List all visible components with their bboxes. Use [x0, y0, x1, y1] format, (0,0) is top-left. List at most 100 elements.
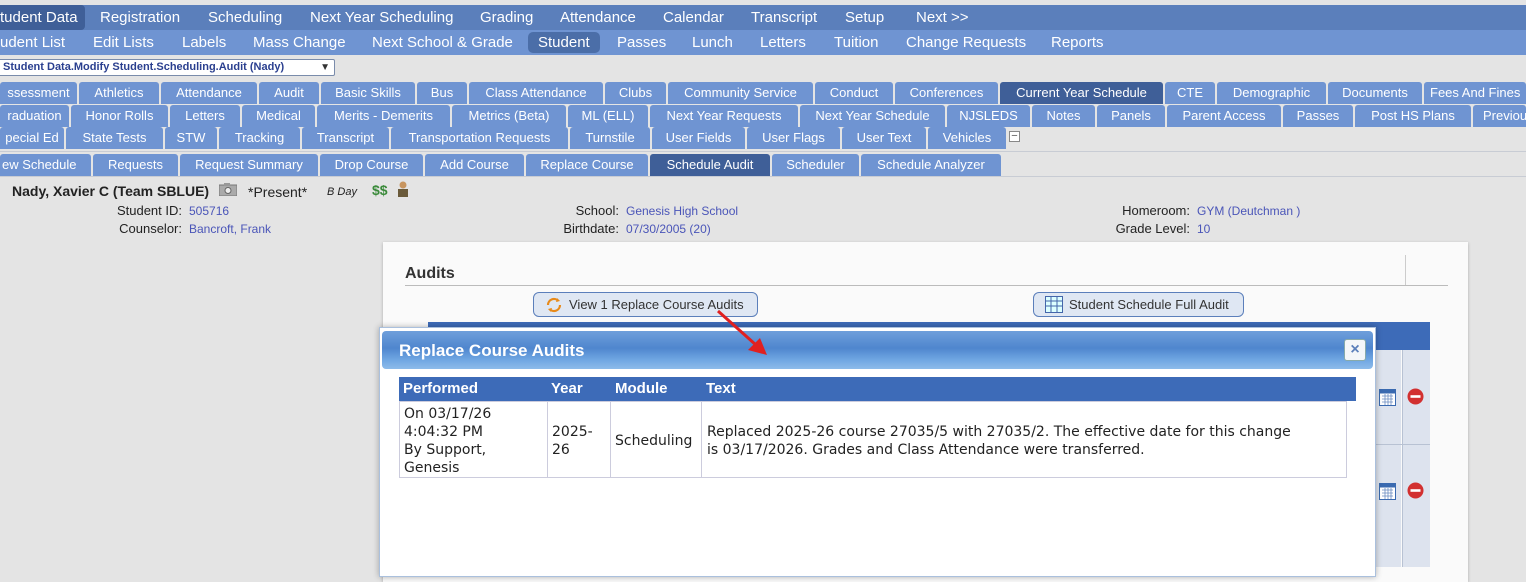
- top-nav-registration[interactable]: Registration: [100, 5, 180, 30]
- school-link[interactable]: Genesis High School: [626, 204, 738, 218]
- sub-nav-edit-lists[interactable]: Edit Lists: [93, 30, 154, 55]
- tab-fees-and-fines[interactable]: Fees And Fines: [1424, 82, 1526, 104]
- sub-nav-next-school-grade[interactable]: Next School & Grade: [372, 30, 513, 55]
- top-nav-next-year-scheduling[interactable]: Next Year Scheduling: [310, 5, 453, 30]
- tab-drop-course[interactable]: Drop Course: [320, 154, 423, 176]
- sub-nav-reports[interactable]: Reports: [1051, 30, 1104, 55]
- top-nav-attendance[interactable]: Attendance: [560, 5, 636, 30]
- tab-vehicles[interactable]: Vehicles: [928, 127, 1006, 149]
- tab-clubs[interactable]: Clubs: [605, 82, 666, 104]
- close-icon[interactable]: ×: [1344, 339, 1366, 361]
- sub-nav-change-requests[interactable]: Change Requests: [906, 30, 1026, 55]
- tab-previous[interactable]: Previous: [1473, 105, 1526, 127]
- tab-cte[interactable]: CTE: [1165, 82, 1215, 104]
- view-replace-course-audits-button[interactable]: View 1 Replace Course Audits: [533, 292, 758, 317]
- calendar-icon[interactable]: [1379, 482, 1396, 505]
- tab-user-flags[interactable]: User Flags: [747, 127, 840, 149]
- camera-icon[interactable]: [218, 183, 238, 201]
- delete-icon[interactable]: [1407, 388, 1424, 410]
- tab-attendance[interactable]: Attendance: [161, 82, 257, 104]
- profile-select[interactable]: Student Data.Modify Student.Scheduling.A…: [0, 59, 335, 76]
- year-line-2: 26: [552, 442, 570, 458]
- sub-nav-passes[interactable]: Passes: [617, 30, 666, 55]
- tab-user-text[interactable]: User Text: [842, 127, 926, 149]
- student-id-link[interactable]: 505716: [189, 204, 229, 218]
- sub-nav-mass-change[interactable]: Mass Change: [253, 30, 346, 55]
- view-replace-course-audits-label: View 1 Replace Course Audits: [569, 297, 744, 312]
- counselor-person-icon[interactable]: [396, 181, 410, 202]
- sub-nav-tuition[interactable]: Tuition: [834, 30, 878, 55]
- top-nav-grading[interactable]: Grading: [480, 5, 533, 30]
- tab-current-year-schedule[interactable]: Current Year Schedule: [1000, 82, 1163, 104]
- tab-transportation-requests[interactable]: Transportation Requests: [391, 127, 568, 149]
- tab-conferences[interactable]: Conferences: [895, 82, 998, 104]
- tab-add-course[interactable]: Add Course: [425, 154, 524, 176]
- top-nav-scheduling[interactable]: Scheduling: [208, 5, 282, 30]
- tab-requests[interactable]: Requests: [93, 154, 178, 176]
- top-nav-setup[interactable]: Setup: [845, 5, 884, 30]
- sub-nav-lunch[interactable]: Lunch: [692, 30, 733, 55]
- tab-community-service[interactable]: Community Service: [668, 82, 813, 104]
- tab-conduct[interactable]: Conduct: [815, 82, 893, 104]
- tab-view-schedule[interactable]: ew Schedule: [0, 154, 91, 176]
- tab-request-summary[interactable]: Request Summary: [180, 154, 318, 176]
- top-nav-transcript[interactable]: Transcript: [751, 5, 817, 30]
- tab-passes[interactable]: Passes: [1283, 105, 1353, 127]
- tab-next-year-schedule[interactable]: Next Year Schedule: [800, 105, 945, 127]
- chevron-down-icon: ▼: [320, 62, 330, 73]
- sub-nav-labels[interactable]: Labels: [182, 30, 226, 55]
- tab-notes[interactable]: Notes: [1032, 105, 1095, 127]
- fees-dollar-icon[interactable]: $$: [372, 182, 388, 198]
- collapse-tabs-icon[interactable]: −: [1009, 131, 1020, 142]
- tab-assessment[interactable]: ssessment: [0, 82, 77, 104]
- top-nav-student-data[interactable]: tudent Data: [0, 5, 85, 30]
- tab-merits-demerits[interactable]: Merits - Demerits: [317, 105, 450, 127]
- tab-documents[interactable]: Documents: [1328, 82, 1422, 104]
- tab-scheduler[interactable]: Scheduler: [772, 154, 859, 176]
- sub-nav-student-list[interactable]: udent List: [0, 30, 65, 55]
- tab-ml-ell[interactable]: ML (ELL): [568, 105, 648, 127]
- tab-next-year-requests[interactable]: Next Year Requests: [650, 105, 798, 127]
- tab-stw[interactable]: STW: [165, 127, 217, 149]
- tab-class-attendance[interactable]: Class Attendance: [469, 82, 603, 104]
- tab-user-fields[interactable]: User Fields: [652, 127, 745, 149]
- tab-honor-rolls[interactable]: Honor Rolls: [71, 105, 168, 127]
- sub-nav-letters[interactable]: Letters: [760, 30, 806, 55]
- tab-metrics-beta[interactable]: Metrics (Beta): [452, 105, 566, 127]
- tab-bus[interactable]: Bus: [417, 82, 467, 104]
- tab-graduation[interactable]: raduation: [0, 105, 69, 127]
- counselor-link[interactable]: Bancroft, Frank: [189, 222, 271, 236]
- tab-transcript[interactable]: Transcript: [302, 127, 389, 149]
- tab-special-ed[interactable]: pecial Ed: [0, 127, 64, 149]
- tab-letters[interactable]: Letters: [170, 105, 240, 127]
- top-nav-next[interactable]: Next >>: [916, 5, 969, 30]
- performed-date: On 03/17/26: [404, 406, 492, 422]
- top-nav-calendar[interactable]: Calendar: [663, 5, 724, 30]
- tab-demographic[interactable]: Demographic: [1217, 82, 1326, 104]
- tab-athletics[interactable]: Athletics: [79, 82, 159, 104]
- tab-state-tests[interactable]: State Tests: [66, 127, 163, 149]
- tab-turnstile[interactable]: Turnstile: [570, 127, 650, 149]
- delete-icon[interactable]: [1407, 482, 1424, 504]
- grid-column: [1402, 350, 1430, 567]
- tab-schedule-audit[interactable]: Schedule Audit: [650, 154, 770, 176]
- text-cell: Replaced 2025-26 course 27035/5 with 270…: [707, 423, 1291, 459]
- tab-tracking[interactable]: Tracking: [219, 127, 300, 149]
- tab-schedule-analyzer[interactable]: Schedule Analyzer: [861, 154, 1001, 176]
- column-header-module: Module: [615, 380, 668, 397]
- homeroom-link[interactable]: GYM (Deutchman ): [1197, 204, 1300, 218]
- tab-audit[interactable]: Audit: [259, 82, 319, 104]
- tab-parent-access[interactable]: Parent Access: [1167, 105, 1281, 127]
- tab-medical[interactable]: Medical: [242, 105, 315, 127]
- sub-nav-student[interactable]: Student: [528, 32, 600, 53]
- tab-basic-skills[interactable]: Basic Skills: [321, 82, 415, 104]
- tab-replace-course[interactable]: Replace Course: [526, 154, 648, 176]
- cell-divider: [610, 402, 611, 478]
- tab-post-hs-plans[interactable]: Post HS Plans: [1355, 105, 1471, 127]
- student-schedule-full-audit-button[interactable]: Student Schedule Full Audit: [1033, 292, 1244, 317]
- tab-njsleds[interactable]: NJSLEDS: [947, 105, 1030, 127]
- calendar-icon[interactable]: [1379, 388, 1396, 411]
- day-type: B Day: [327, 186, 357, 198]
- divider: [1405, 255, 1406, 285]
- tab-panels[interactable]: Panels: [1097, 105, 1165, 127]
